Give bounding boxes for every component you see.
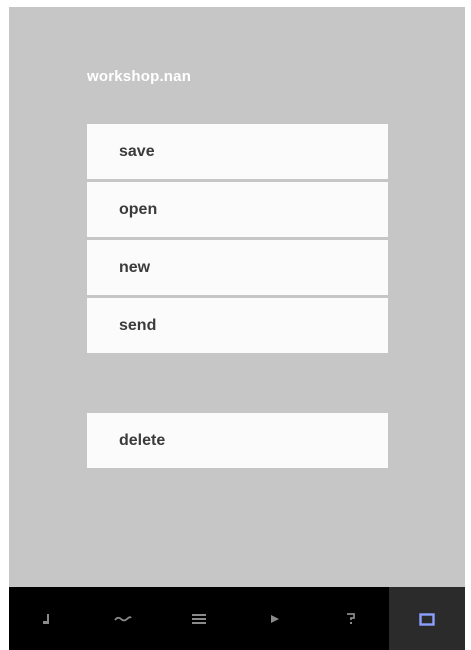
delete-button[interactable]: delete: [87, 413, 388, 468]
send-button[interactable]: send: [87, 298, 388, 353]
file-actions-menu: save open new send: [87, 124, 388, 353]
tab-help[interactable]: [313, 587, 389, 650]
wave-icon: [114, 614, 132, 624]
save-label: save: [119, 142, 155, 160]
list-icon: [192, 613, 206, 624]
help-icon: [346, 612, 356, 625]
new-label: new: [119, 258, 151, 276]
tab-wave[interactable]: [85, 587, 161, 650]
open-button[interactable]: open: [87, 182, 388, 237]
file-menu-screen: workshop.nan save open new send delete: [9, 7, 465, 650]
bottom-tab-bar: [9, 587, 465, 650]
folder-icon: [419, 612, 435, 626]
open-label: open: [119, 200, 158, 218]
file-title: workshop.nan: [87, 68, 192, 85]
tab-list[interactable]: [161, 587, 237, 650]
tab-music[interactable]: [9, 587, 85, 650]
save-button[interactable]: save: [87, 124, 388, 179]
tab-file[interactable]: [389, 587, 465, 650]
delete-menu: delete: [87, 413, 388, 468]
new-button[interactable]: new: [87, 240, 388, 295]
music-note-icon: [41, 612, 53, 626]
delete-label: delete: [119, 431, 166, 449]
tab-play[interactable]: [237, 587, 313, 650]
send-label: send: [119, 316, 157, 334]
play-icon: [270, 614, 280, 624]
